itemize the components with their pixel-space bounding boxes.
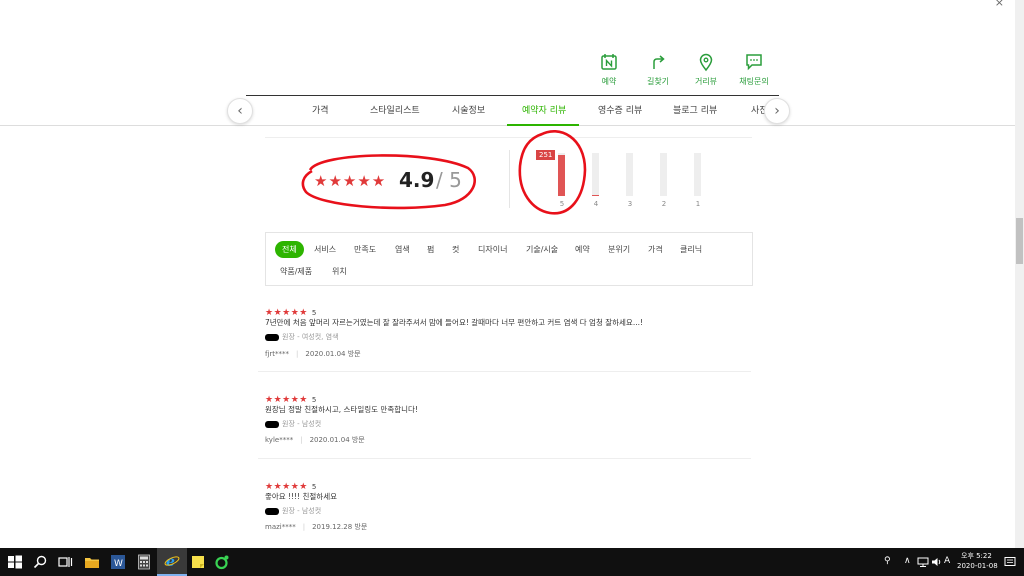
filter-all[interactable]: 전체 — [275, 241, 304, 258]
filter-products[interactable]: 약품/제품 — [280, 266, 312, 277]
filter-price[interactable]: 가격 — [648, 244, 663, 255]
review-stylist-meta: 원장 - 남성컷 — [265, 419, 321, 429]
filter-clinic[interactable]: 클리닉 — [680, 244, 702, 255]
green-app-icon[interactable] — [214, 554, 230, 570]
file-explorer-icon[interactable] — [84, 554, 100, 570]
review-text: 7년만에 처음 앞머리 자르는거였는데 잘 잘라주셔서 맘에 들어요! 갈때마다… — [265, 318, 643, 327]
review-text: 원장님 정말 친절하시고, 스타일링도 만족합니다! — [265, 405, 418, 414]
internet-explorer-icon: e — [164, 554, 180, 569]
review-date: 2020.01.04 방문 — [309, 436, 365, 444]
review-score: 5 — [311, 309, 317, 317]
sticky-notes-icon[interactable] — [190, 554, 206, 570]
review-meta-text: 원장 - 여성컷, 염색 — [282, 333, 339, 341]
network-icon[interactable] — [917, 556, 929, 568]
calculator-icon[interactable] — [136, 554, 152, 570]
chevron-up-icon[interactable]: ∧ — [904, 556, 911, 566]
review-date: 2020.01.04 방문 — [305, 350, 361, 358]
filter-satisfaction[interactable]: 만족도 — [354, 244, 376, 255]
review-user: kyle**** — [265, 436, 294, 444]
task-view-icon[interactable] — [57, 554, 73, 570]
review-separator — [258, 371, 751, 372]
notifications-icon[interactable] — [1004, 556, 1016, 568]
clock-date[interactable]: 2020-01-08 — [957, 562, 998, 570]
redacted-mark — [265, 333, 279, 341]
filter-perm[interactable]: 펌 — [427, 244, 434, 255]
review-footer: kyle**** | 2020.01.04 방문 — [265, 436, 365, 444]
review-text: 좋아요 !!!! 친절하세요 — [265, 492, 337, 501]
clock-time[interactable]: 오후 5:22 — [961, 551, 992, 561]
redacted-mark — [265, 420, 279, 428]
review-stylist-meta: 원장 - 남성컷 — [265, 506, 321, 516]
annotation-ellipse-rating — [301, 154, 476, 210]
filter-location[interactable]: 위치 — [332, 266, 347, 277]
review-score: 5 — [311, 396, 317, 404]
filter-booking[interactable]: 예약 — [575, 244, 590, 255]
people-icon[interactable]: ⚲ — [884, 556, 891, 566]
filter-cut[interactable]: 컷 — [452, 244, 459, 255]
review-stylist-meta: 원장 - 여성컷, 염색 — [265, 332, 339, 342]
taskbar: W e ⚲ ∧ A 오후 5:22 2020-01-08 — [0, 548, 1024, 576]
word-icon[interactable]: W — [110, 554, 126, 570]
review-date: 2019.12.28 방문 — [312, 523, 368, 531]
review-meta-text: 원장 - 남성컷 — [282, 507, 322, 515]
review-footer: fjrt**** | 2020.01.04 방문 — [265, 350, 361, 358]
review-separator — [258, 458, 751, 459]
review-filter-box: 전체 서비스 만족도 염색 펌 컷 디자이너 기술/시술 예약 분위기 가격 클… — [265, 232, 753, 286]
svg-text:W: W — [114, 559, 123, 569]
filter-atmosphere[interactable]: 분위기 — [608, 244, 630, 255]
review-user: mazi**** — [265, 523, 296, 531]
svg-text:e: e — [166, 554, 175, 569]
annotation-ellipse-bar — [518, 130, 587, 215]
review-meta-text: 원장 - 남성컷 — [282, 420, 322, 428]
redacted-mark — [265, 507, 279, 515]
taskbar-active-app[interactable]: e — [157, 548, 187, 576]
windows-start-icon[interactable] — [7, 554, 23, 570]
filter-technique[interactable]: 기술/시술 — [526, 244, 558, 255]
review-score: 5 — [311, 483, 317, 491]
review-user: fjrt**** — [265, 350, 290, 358]
filter-service[interactable]: 서비스 — [314, 244, 336, 255]
volume-icon[interactable] — [931, 556, 943, 568]
review-footer: mazi**** | 2019.12.28 방문 — [265, 523, 368, 531]
filter-dye[interactable]: 염색 — [395, 244, 410, 255]
ime-indicator[interactable]: A — [944, 556, 950, 566]
search-icon[interactable] — [32, 554, 48, 570]
annotation-overlay — [301, 130, 587, 215]
filter-designer[interactable]: 디자이너 — [478, 244, 507, 255]
